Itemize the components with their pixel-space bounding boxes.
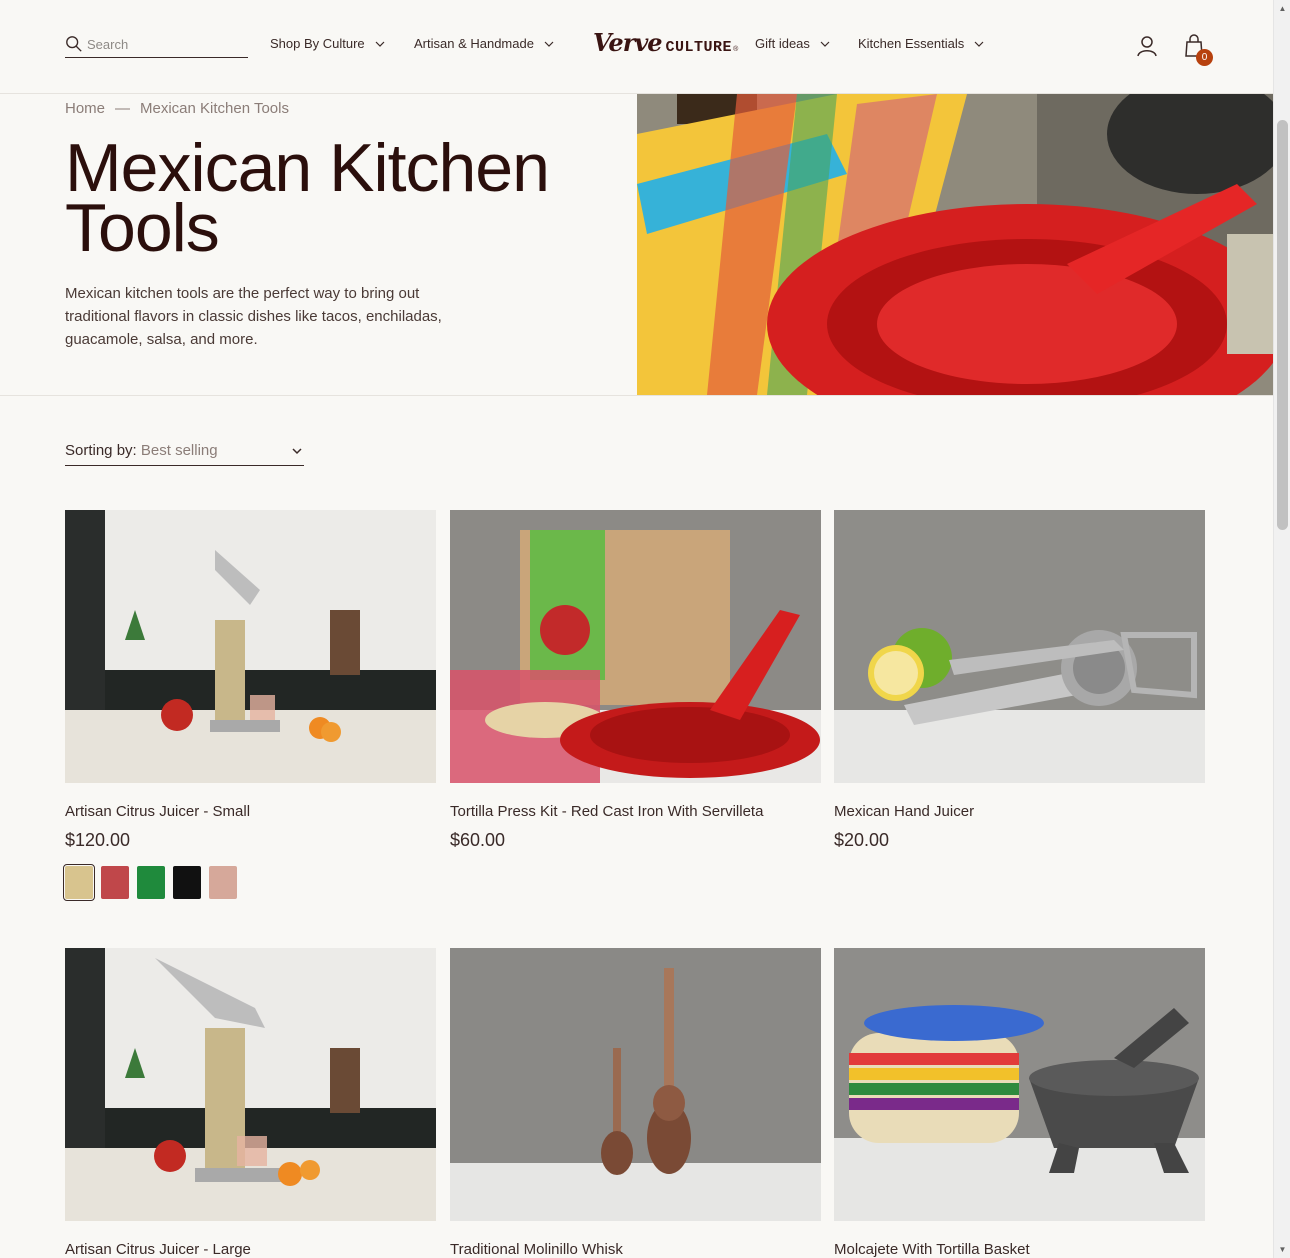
breadcrumb: Home — Mexican Kitchen Tools (65, 100, 289, 117)
site-header: Shop By Culture Artisan & Handmade Verve… (0, 0, 1273, 94)
swatch-red[interactable] (101, 866, 129, 899)
swatch-gold[interactable] (63, 864, 95, 901)
product-card[interactable]: Tortilla Press Kit - Red Cast Iron With … (450, 510, 822, 851)
scrollbar-thumb[interactable] (1277, 120, 1288, 530)
product-image[interactable] (450, 510, 821, 783)
breadcrumb-separator: — (115, 100, 131, 117)
product-price: $20.00 (834, 830, 890, 850)
product-price: $120.00 (65, 830, 131, 850)
product-image[interactable] (834, 510, 1205, 783)
product-price: $60.00 (450, 830, 506, 850)
search-icon[interactable] (65, 35, 83, 53)
product-name[interactable]: Artisan Citrus Juicer - Small (65, 803, 437, 820)
product-name[interactable]: Molcajete With Tortilla Basket (834, 1241, 1206, 1258)
chevron-down-icon (375, 41, 385, 47)
color-swatches (63, 864, 437, 901)
sort-label: Sorting by: (65, 442, 137, 459)
hero-image (637, 94, 1273, 395)
product-name[interactable]: Traditional Molinillo Whisk (450, 1241, 822, 1258)
nav-gift-ideas[interactable]: Gift ideas (755, 36, 830, 51)
collection-hero: Home — Mexican Kitchen Tools Mexican Kit… (0, 94, 1273, 396)
product-card[interactable]: Mexican Hand Juicer $20.00 (834, 510, 1206, 851)
chevron-down-icon (820, 41, 830, 47)
swatch-green[interactable] (137, 866, 165, 899)
page-scrollbar[interactable]: ▲ ▼ (1273, 0, 1290, 1258)
collection-description: Mexican kitchen tools are the perfect wa… (65, 285, 442, 348)
scroll-up-icon[interactable]: ▲ (1274, 0, 1290, 17)
product-image[interactable] (65, 510, 436, 783)
nav-artisan-handmade[interactable]: Artisan & Handmade (414, 36, 554, 51)
product-image[interactable] (450, 948, 821, 1221)
product-card[interactable]: Traditional Molinillo Whisk (450, 948, 822, 1258)
search-input[interactable] (87, 36, 237, 52)
breadcrumb-home[interactable]: Home (65, 100, 105, 117)
nav-kitchen-essentials[interactable]: Kitchen Essentials (858, 36, 984, 51)
product-image[interactable] (834, 948, 1205, 1221)
search-bar[interactable] (65, 31, 248, 58)
account-icon[interactable] (1136, 35, 1158, 57)
swatch-black[interactable] (173, 866, 201, 899)
page-title: Mexican Kitchen Tools (65, 130, 550, 266)
product-name[interactable]: Artisan Citrus Juicer - Large (65, 1241, 437, 1258)
product-image[interactable] (65, 948, 436, 1221)
chevron-down-icon (292, 447, 302, 454)
swatch-rose[interactable] (209, 866, 237, 899)
chevron-down-icon (974, 41, 984, 47)
product-name[interactable]: Tortilla Press Kit - Red Cast Iron With … (450, 803, 822, 820)
site-logo[interactable]: Verve CULTURE ® (593, 28, 738, 58)
product-card[interactable]: Artisan Citrus Juicer - Small $120.00 (63, 510, 437, 901)
chevron-down-icon (544, 41, 554, 47)
sort-dropdown[interactable]: Sorting by: Best selling (65, 436, 304, 466)
scroll-down-icon[interactable]: ▼ (1274, 1241, 1290, 1258)
cart-count-badge[interactable]: 0 (1196, 49, 1213, 66)
product-card[interactable]: Molcajete With Tortilla Basket (834, 948, 1206, 1258)
breadcrumb-current: Mexican Kitchen Tools (140, 100, 289, 117)
product-name[interactable]: Mexican Hand Juicer (834, 803, 1206, 820)
nav-shop-by-culture[interactable]: Shop By Culture (270, 36, 385, 51)
product-card[interactable]: Artisan Citrus Juicer - Large (65, 948, 437, 1258)
sort-value: Best selling (140, 442, 218, 459)
